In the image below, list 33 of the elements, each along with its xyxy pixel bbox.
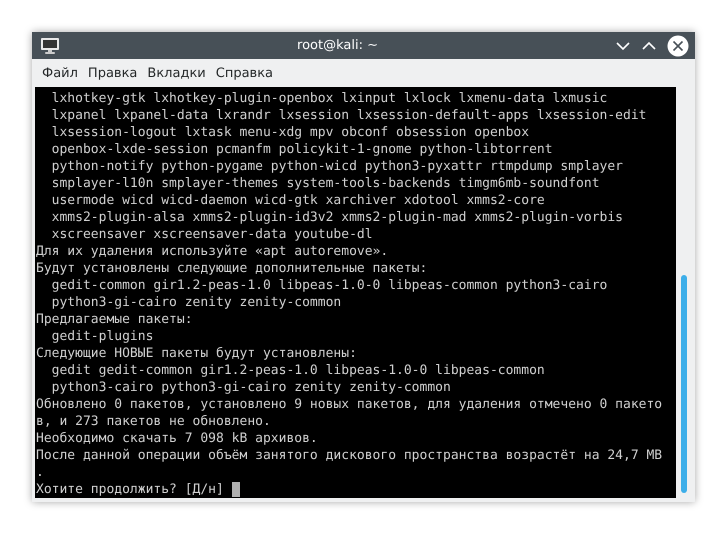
terminal-line: Необходимо скачать 7 098 kB архивов. — [36, 430, 318, 447]
terminal-line: gedit-common gir1.2-peas-1.0 libpeas-1.0-0 libpeas-common python3-cairo — [50, 277, 608, 294]
terminal-line: lxhotkey-gtk lxhotkey-plugin-openbox lxinput lxlock lxmenu-data lxmusic — [50, 90, 608, 107]
terminal-line: smplayer-l10n smplayer-themes system-tools-backends timgm6mb-soundfont — [50, 175, 600, 192]
terminal-line: Обновлено 0 пакетов, установлено 9 новых пакетов, для удаления отмечено 0 пакето — [36, 396, 662, 413]
close-icon[interactable] — [667, 34, 689, 56]
terminal-line: python-notify python-pygame python-wicd python3-pyxattr rtmpdump smplayer — [50, 158, 623, 175]
terminal-line: xmms2-plugin-alsa xmms2-plugin-id3v2 xmms2-plugin-mad xmms2-plugin-vorbis — [50, 209, 623, 226]
terminal-line: lxpanel lxpanel-data lxrandr lxsession lxsession-default-apps lxsession-edit — [50, 107, 646, 124]
monitor-icon[interactable] — [40, 36, 60, 54]
terminal-line: xscreensaver xscreensaver-data youtube-dl — [50, 226, 373, 243]
terminal-line: После данной операции объём занятого дискового пространства возрастёт на 24,7 MB — [36, 447, 662, 464]
terminal-line: Предлагаемые пакеты: — [36, 311, 193, 328]
menu-item[interactable]: Файл — [42, 64, 78, 82]
terminal-line: openbox-lxde-session pcmanfm policykit-1-gnome python-libtorrent — [50, 141, 553, 158]
window-title: root@kali: ~ — [296, 38, 379, 53]
terminal-line: python3-cairo python3-gi-cairo zenity zenity-common — [50, 379, 451, 396]
terminal-line: gedit-plugins — [50, 328, 154, 345]
terminal-line: python3-gi-cairo zenity zenity-common — [50, 294, 342, 311]
menu-item[interactable]: Правка — [88, 64, 138, 82]
terminal-line: gedit gedit-common gir1.2-peas-1.0 libpeas-1.0-0 libpeas-common — [50, 362, 545, 379]
menu-item[interactable]: Вкладки — [147, 64, 206, 82]
terminal-line: Хотите продолжить? [Д/н] — [36, 481, 225, 498]
terminal-line: Следующие НОВЫЕ пакеты будут установлены: — [36, 345, 357, 362]
terminal-line: . — [36, 464, 44, 481]
scrollbar-thumb[interactable] — [681, 275, 688, 493]
terminal-line: Для их удаления используйте «apt autoremove». — [36, 243, 388, 260]
terminal-line: usermode wicd wicd-daemon wicd-gtk xarchiver xdotool xmms2-core — [50, 192, 545, 209]
terminal-line: Будут установлены следующие дополнительные пакеты: — [36, 260, 428, 277]
menu-item[interactable]: Справка — [216, 64, 274, 82]
terminal-line: lxsession-logout lxtask menu-xdg mpv obconf obsession openbox — [50, 124, 530, 141]
terminal-line: в, и 273 пакетов не обновлено. — [36, 413, 271, 430]
text-cursor — [232, 482, 240, 497]
